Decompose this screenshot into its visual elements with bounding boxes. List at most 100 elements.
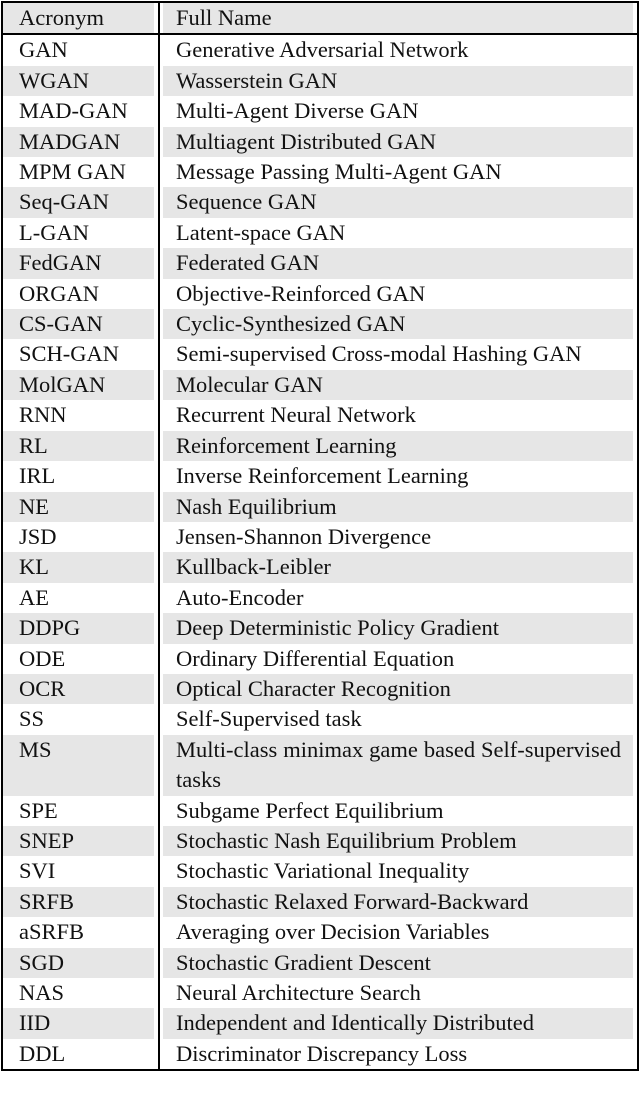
full-name-cell: Molecular GAN (159, 369, 638, 401)
acronym-cell: DDL (2, 1038, 160, 1071)
acronym-cell: FedGAN (2, 248, 160, 279)
table-row: ORGAN Objective-Reinforced GAN (2, 278, 638, 310)
acronym-cell: MADGAN (2, 126, 160, 158)
table-row: NE Nash Equilibrium (2, 491, 638, 522)
acronym-cell: SPE (2, 795, 160, 826)
acronym-cell: L-GAN (2, 217, 160, 249)
acronym-cell: SNEP (2, 825, 160, 857)
acronym-cell: MolGAN (2, 369, 160, 401)
acronym-cell: JSD (2, 521, 160, 553)
acronym-cell: SS (2, 704, 160, 735)
table-row: FedGAN Federated GAN (2, 248, 638, 279)
full-name-cell: Wasserstein GAN (159, 65, 638, 97)
full-name-cell: Averaging over Decision Variables (176, 919, 490, 945)
acronym-cell: CS-GAN (2, 309, 160, 340)
table-row: SS Self-Supervised task (2, 704, 638, 735)
full-name-cell: Kullback-Leibler (159, 552, 638, 583)
table-row: IRL Inverse Reinforcement Learning (2, 461, 638, 492)
table-row: DDPG Deep Deterministic Policy Gradient (2, 613, 638, 644)
acronym-cell: ODE (2, 643, 160, 674)
header-row: Acronym Full Name (2, 2, 638, 36)
table-row: SNEP Stochastic Nash Equilibrium Problem (2, 825, 638, 857)
table-row: MS Multi-class minimax game based Self-su… (2, 734, 638, 796)
full-name-cell: Inverse Reinforcement Learning (176, 463, 469, 489)
table-row: JSD Jensen-Shannon Divergence (2, 521, 638, 553)
full-name-cell: Message Passing Multi-Agent GAN (176, 159, 502, 185)
table-row: L-GAN Latent-space GAN (2, 217, 638, 249)
acronym-cell: RL (2, 430, 160, 462)
full-name-cell: Auto-Encoder (176, 584, 304, 610)
full-name-cell: Nash Equilibrium (159, 491, 638, 522)
acronym-cell: GAN (2, 34, 160, 66)
full-name-cell: Sequence GAN (159, 187, 638, 218)
table-row: SVI Stochastic Variational Inequality (2, 856, 638, 887)
acronym-cell: NAS (2, 978, 160, 1009)
table-row: RL Reinforcement Learning (2, 430, 638, 462)
table-row: aSRFB Averaging over Decision Variables (2, 917, 638, 948)
table-row: OCR Optical Character Recognition (2, 673, 638, 705)
full-name-cell: Neural Architecture Search (176, 980, 421, 1005)
full-name-cell: Latent-space GAN (176, 219, 346, 245)
table-row: AE Auto-Encoder (2, 582, 638, 614)
acronym-cell: OCR (2, 673, 160, 705)
acronym-cell: MAD-GAN (2, 96, 160, 127)
acronym-cell: RNN (2, 400, 160, 431)
full-name-cell: Stochastic Nash Equilibrium Problem (159, 825, 638, 857)
full-name-cell: Ordinary Differential Equation (176, 645, 455, 671)
table-row: NAS Neural Architecture Search (2, 978, 638, 1009)
full-name-cell: Deep Deterministic Policy Gradient (159, 613, 638, 644)
full-name-cell: Stochastic Gradient Descent (159, 947, 638, 978)
full-name-cell: Self-Supervised task (176, 706, 362, 732)
table-row: ODE Ordinary Differential Equation (2, 643, 638, 674)
acronym-cell: AE (2, 582, 160, 614)
full-name-cell: Objective-Reinforced GAN (176, 280, 426, 306)
full-name-cell: Jensen-Shannon Divergence (176, 523, 432, 549)
table-row: WGAN Wasserstein GAN (2, 65, 638, 97)
table-row: DDL Discriminator Discrepancy Loss (2, 1038, 638, 1071)
table-row: CS-GAN Cyclic-Synthesized GAN (2, 309, 638, 340)
full-name-cell: Multi-class minimax game based Self-supe… (159, 734, 638, 796)
full-name-cell: Independent and Identically Distributed (159, 1008, 638, 1039)
acronym-cell: MPM GAN (2, 157, 160, 188)
acronym-cell: SRFB (2, 886, 160, 918)
table-row: RNN Recurrent Neural Network (2, 400, 638, 431)
full-name-cell: Generative Adversarial Network (176, 37, 469, 63)
acronym-cell: IID (2, 1008, 160, 1039)
acronym-cell: IRL (2, 461, 160, 492)
acronym-cell: MS (2, 734, 160, 796)
acronym-cell: NE (2, 491, 160, 522)
full-name-cell: Discriminator Discrepancy Loss (176, 1040, 468, 1066)
full-name-cell: Optical Character Recognition (159, 673, 638, 705)
full-name-cell: Recurrent Neural Network (176, 402, 416, 428)
header-full-name: Full Name (159, 2, 638, 36)
acronym-cell: aSRFB (2, 917, 160, 948)
table-row: MPM GAN Message Passing Multi-Agent GAN (2, 157, 638, 188)
full-name-cell: Semi-supervised Cross-modal Hashing GAN (176, 341, 582, 367)
acronym-cell: DDPG (2, 613, 160, 644)
table-row: SPE Subgame Perfect Equilibrium (2, 795, 638, 826)
full-name-cell: Cyclic-Synthesized GAN (159, 309, 638, 340)
table-row: GAN Generative Adversarial Network (2, 34, 638, 66)
acronym-cell: SVI (2, 856, 160, 887)
full-name-cell: Multiagent Distributed GAN (159, 126, 638, 158)
table-row: MolGAN Molecular GAN (2, 369, 638, 401)
table-body: GAN Generative Adversarial Network WGAN Was… (2, 34, 638, 1071)
full-name-cell: Stochastic Relaxed Forward-Backward (159, 886, 638, 918)
full-name-cell: Stochastic Variational Inequality (176, 858, 470, 884)
acronym-cell: ORGAN (2, 278, 160, 310)
acronym-table: Acronym Full Name GAN Generative Adversar… (1, 1, 639, 1072)
acronym-cell: SGD (2, 947, 160, 978)
table-row: MAD-GAN Multi-Agent Diverse GAN (2, 96, 638, 127)
header-acronym: Acronym (2, 2, 160, 36)
table-row: SRFB Stochastic Relaxed Forward-Backward (2, 886, 638, 918)
acronym-cell: Seq-GAN (2, 187, 160, 218)
acronym-cell: WGAN (2, 65, 160, 97)
acronym-cell: KL (2, 552, 160, 583)
full-name-cell: Multi-Agent Diverse GAN (176, 98, 419, 124)
table-row: KL Kullback-Leibler (2, 552, 638, 583)
full-name-cell: Reinforcement Learning (159, 430, 638, 462)
table-row: SCH-GAN Semi-supervised Cross-modal Hashi… (2, 339, 638, 370)
table-row: IID Independent and Identically Distribut… (2, 1008, 638, 1039)
full-name-cell: Federated GAN (159, 248, 638, 279)
table-row: Seq-GAN Sequence GAN (2, 187, 638, 218)
